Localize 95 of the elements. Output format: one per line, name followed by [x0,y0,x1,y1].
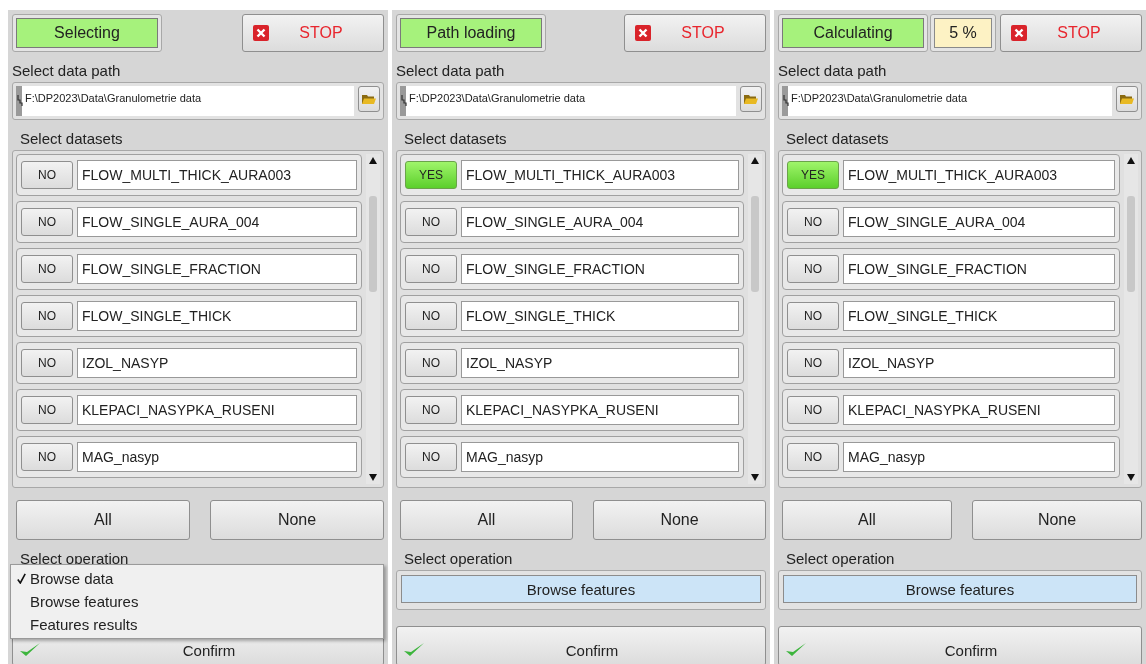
folder-icon [362,93,376,105]
toggle-button[interactable]: NO [787,302,839,330]
menu-item[interactable]: Browse data [11,567,383,590]
toggle-button[interactable]: NO [405,349,457,377]
dataset-name: FLOW_SINGLE_AURA_004 [77,207,357,237]
stop-button[interactable]: STOP [1000,14,1142,52]
all-button[interactable]: All [782,500,952,540]
scrollbar[interactable] [366,154,380,484]
scroll-down-icon[interactable] [751,474,759,481]
confirm-button[interactable]: Confirm [778,626,1142,664]
dataset-name: FLOW_SINGLE_AURA_004 [843,207,1115,237]
dataset-name: FLOW_SINGLE_THICK [843,301,1115,331]
scroll-down-icon[interactable] [1127,474,1135,481]
dataset-name: FLOW_SINGLE_THICK [77,301,357,331]
dataset-name: FLOW_MULTI_THICK_AURA003 [77,160,357,190]
dataset-name: MAG_nasyp [843,442,1115,472]
toggle-button[interactable]: NO [405,208,457,236]
path-icon [17,95,24,107]
dataset-name: IZOL_NASYP [461,348,739,378]
toggle-button[interactable]: NO [787,443,839,471]
toggle-button[interactable]: NO [405,396,457,424]
menu-item[interactable]: Browse features [11,590,383,613]
scroll-thumb[interactable] [751,196,759,292]
toggle-button[interactable]: YES [787,161,839,189]
section-label: Select data path [396,62,506,79]
section-label: Select operation [404,550,514,567]
operation-field[interactable]: Browse features [783,575,1137,603]
scroll-up-icon[interactable] [751,157,759,164]
toggle-button[interactable]: NO [21,349,73,377]
dataset-name: KLEPACI_NASYPKA_RUSENI [77,395,357,425]
browse-button[interactable] [358,86,380,112]
checkmark-icon [17,573,26,584]
dataset-name: IZOL_NASYP [843,348,1115,378]
toggle-button[interactable]: NO [405,302,457,330]
dataset-name: FLOW_MULTI_THICK_AURA003 [843,160,1115,190]
operation-field[interactable]: Browse features [401,575,761,603]
toggle-button[interactable]: NO [405,443,457,471]
dataset-name: FLOW_SINGLE_AURA_004 [461,207,739,237]
progress-indicator: 5 % [934,18,992,48]
dataset-name: KLEPACI_NASYPKA_RUSENI [843,395,1115,425]
stop-button[interactable]: STOP [242,14,384,52]
scroll-thumb[interactable] [1127,196,1135,292]
toggle-button[interactable]: YES [405,161,457,189]
status-indicator: Calculating [782,18,924,48]
none-button[interactable]: None [972,500,1142,540]
confirm-button[interactable]: Confirm [396,626,766,664]
browse-button[interactable] [1116,86,1138,112]
close-icon [1011,25,1027,41]
toggle-button[interactable]: NO [21,302,73,330]
toggle-button[interactable]: NO [787,208,839,236]
toggle-button[interactable]: NO [787,396,839,424]
section-label: Select data path [778,62,888,79]
section-label: Select datasets [20,130,124,147]
toggle-button[interactable]: NO [21,255,73,283]
scroll-thumb[interactable] [369,196,377,292]
section-label: Select datasets [404,130,508,147]
toggle-button[interactable]: NO [21,208,73,236]
path-icon [783,95,790,107]
scroll-down-icon[interactable] [369,474,377,481]
folder-icon [744,93,758,105]
dataset-name: FLOW_SINGLE_FRACTION [461,254,739,284]
scroll-up-icon[interactable] [369,157,377,164]
status-indicator: Path loading [400,18,542,48]
close-icon [253,25,269,41]
section-label: Select datasets [786,130,890,147]
toggle-button[interactable]: NO [787,255,839,283]
dataset-name: MAG_nasyp [461,442,739,472]
all-button[interactable]: All [16,500,190,540]
dataset-name: KLEPACI_NASYPKA_RUSENI [461,395,739,425]
scrollbar[interactable] [1124,154,1138,484]
none-button[interactable]: None [593,500,766,540]
status-indicator: Selecting [16,18,158,48]
section-label: Select operation [786,550,896,567]
toggle-button[interactable]: NO [787,349,839,377]
path-icon [401,95,408,107]
toggle-button[interactable]: NO [21,161,73,189]
section-label: Select data path [12,62,122,79]
all-button[interactable]: All [400,500,573,540]
scroll-up-icon[interactable] [1127,157,1135,164]
browse-button[interactable] [740,86,762,112]
folder-icon [1120,93,1134,105]
dataset-name: FLOW_SINGLE_FRACTION [77,254,357,284]
dataset-name: FLOW_SINGLE_FRACTION [843,254,1115,284]
dataset-name: IZOL_NASYP [77,348,357,378]
dataset-name: FLOW_MULTI_THICK_AURA003 [461,160,739,190]
toggle-button[interactable]: NO [405,255,457,283]
toggle-button[interactable]: NO [21,443,73,471]
dataset-name: FLOW_SINGLE_THICK [461,301,739,331]
section-label: Select operation [20,550,130,567]
scrollbar[interactable] [748,154,762,484]
none-button[interactable]: None [210,500,384,540]
dataset-name: MAG_nasyp [77,442,357,472]
toggle-button[interactable]: NO [21,396,73,424]
close-icon [635,25,651,41]
stop-button[interactable]: STOP [624,14,766,52]
